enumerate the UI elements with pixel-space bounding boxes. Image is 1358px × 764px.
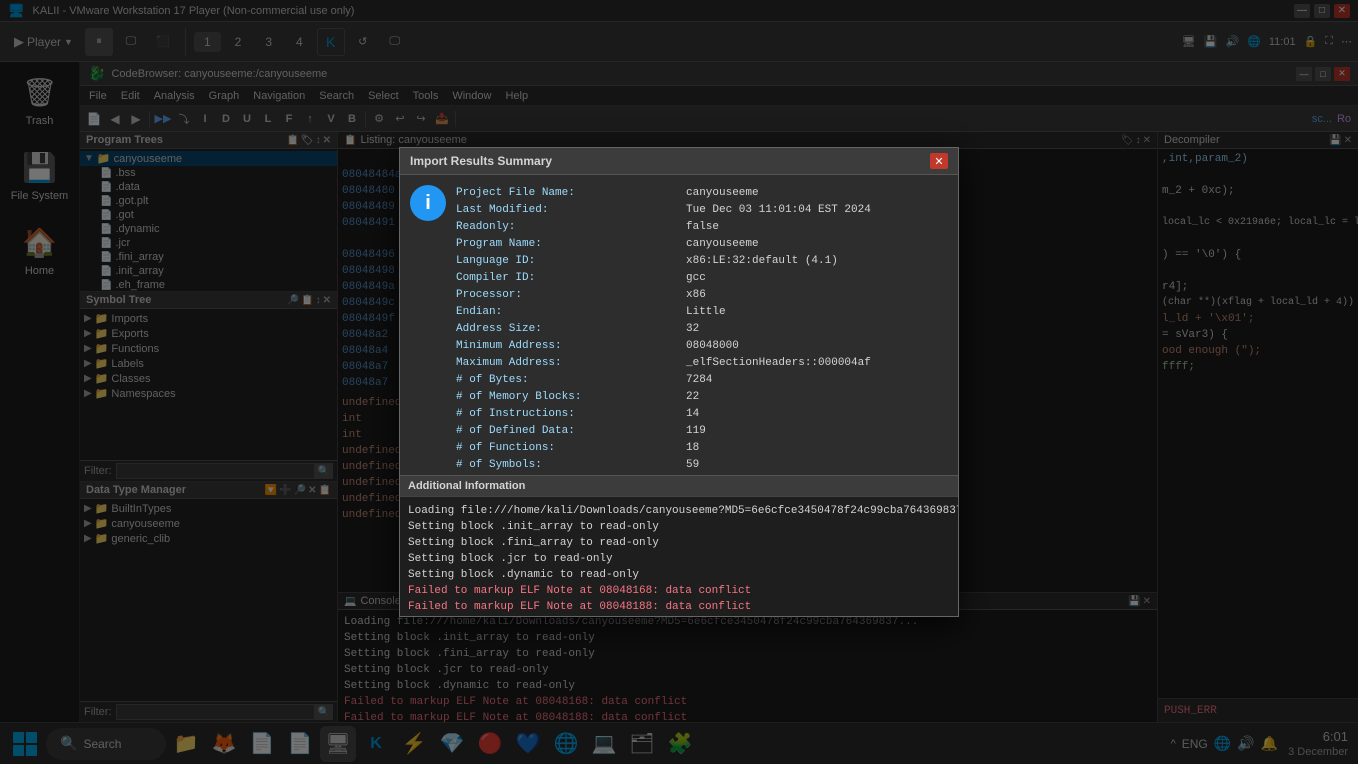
- modal-console-line-6: Failed to markup ELF Note at 08048168: d…: [408, 583, 950, 599]
- modal-field-row: Language ID:x86:LE:32:default (4.1): [456, 253, 958, 270]
- modal-field-val: gcc: [686, 270, 706, 287]
- modal-field-key: Compiler ID:: [456, 270, 686, 287]
- modal-field-val: _elfSectionHeaders::000004af: [686, 355, 871, 372]
- modal-main: i Project File Name:canyouseemeLast Modi…: [400, 175, 958, 475]
- modal-additional-console[interactable]: Loading file:///home/kali/Downloads/cany…: [400, 496, 958, 616]
- modal-field-key: # of Instructions:: [456, 406, 686, 423]
- modal-console-line-2: Setting block .init_array to read-only: [408, 519, 950, 535]
- modal-field-row: # of Symbols:59: [456, 457, 958, 474]
- modal-title: Import Results Summary: [410, 154, 552, 168]
- modal-field-val: Little: [686, 304, 726, 321]
- modal-info-icon: i: [410, 185, 446, 465]
- modal-field-row: Address Size:32: [456, 321, 958, 338]
- modal-field-key: # of Symbols:: [456, 457, 686, 474]
- modal-field-key: Maximum Address:: [456, 355, 686, 372]
- modal-field-row: Project File Name:canyouseeme: [456, 185, 958, 202]
- modal-field-val: x86:LE:32:default (4.1): [686, 253, 838, 270]
- modal-field-key: # of Memory Blocks:: [456, 389, 686, 406]
- modal-field-val: canyouseeme: [686, 236, 759, 253]
- modal-field-row: Compiler ID:gcc: [456, 270, 958, 287]
- modal-field-row: Maximum Address:_elfSectionHeaders::0000…: [456, 355, 958, 372]
- modal-field-key: # of Bytes:: [456, 372, 686, 389]
- modal-field-key: Endian:: [456, 304, 686, 321]
- modal-field-key: # of Defined Data:: [456, 423, 686, 440]
- modal-console-line-7: Failed to markup ELF Note at 08048188: d…: [408, 599, 950, 615]
- modal-console-line-1: Loading file:///home/kali/Downloads/cany…: [408, 503, 950, 519]
- modal-field-val: 14: [686, 406, 699, 423]
- modal-field-val: x86: [686, 287, 706, 304]
- modal-console-line-4: Setting block .jcr to read-only: [408, 551, 950, 567]
- modal-close-btn[interactable]: ✕: [930, 153, 948, 169]
- modal-content: i Project File Name:canyouseemeLast Modi…: [400, 175, 958, 616]
- modal-field-val: false: [686, 219, 719, 236]
- modal-field-key: Program Name:: [456, 236, 686, 253]
- modal-field-row: # of Memory Blocks:22: [456, 389, 958, 406]
- modal-field-key: Processor:: [456, 287, 686, 304]
- modal-field-key: Last Modified:: [456, 202, 686, 219]
- modal-field-key: Address Size:: [456, 321, 686, 338]
- modal-field-row: Last Modified:Tue Dec 03 11:01:04 EST 20…: [456, 202, 958, 219]
- modal-overlay: Import Results Summary ✕ i Project File …: [0, 0, 1358, 764]
- modal-field-val: 22: [686, 389, 699, 406]
- modal-field-row: Readonly:false: [456, 219, 958, 236]
- modal-field-row: Program Name:canyouseeme: [456, 236, 958, 253]
- modal-header: Import Results Summary ✕: [400, 148, 958, 175]
- modal-field-key: Language ID:: [456, 253, 686, 270]
- modal-field-row: # of Defined Data:119: [456, 423, 958, 440]
- modal-field-row: Processor:x86: [456, 287, 958, 304]
- modal-field-key: Project File Name:: [456, 185, 686, 202]
- modal-field-val: 18: [686, 440, 699, 457]
- modal-table: Project File Name:canyouseemeLast Modifi…: [456, 185, 958, 465]
- modal-field-val: 7284: [686, 372, 712, 389]
- modal-field-val: 32: [686, 321, 699, 338]
- modal-dialog: Import Results Summary ✕ i Project File …: [399, 147, 959, 617]
- modal-field-val: 119: [686, 423, 706, 440]
- modal-field-key: Minimum Address:: [456, 338, 686, 355]
- modal-field-row: Minimum Address:08048000: [456, 338, 958, 355]
- modal-field-row: Endian:Little: [456, 304, 958, 321]
- modal-field-val: canyouseeme: [686, 185, 759, 202]
- modal-field-val: 59: [686, 457, 699, 474]
- modal-field-val: Tue Dec 03 11:01:04 EST 2024: [686, 202, 871, 219]
- modal-console-line-5: Setting block .dynamic to read-only: [408, 567, 950, 583]
- modal-console-line-8: ----------------------------------------…: [408, 615, 950, 616]
- modal-field-val: 08048000: [686, 338, 739, 355]
- modal-field-key: # of Functions:: [456, 440, 686, 457]
- modal-additional-section: Additional Information: [400, 475, 958, 496]
- modal-field-row: # of Instructions:14: [456, 406, 958, 423]
- modal-field-key: Readonly:: [456, 219, 686, 236]
- modal-field-row: # of Bytes:7284: [456, 372, 958, 389]
- info-circle: i: [410, 185, 446, 221]
- modal-console-line-3: Setting block .fini_array to read-only: [408, 535, 950, 551]
- modal-field-row: # of Functions:18: [456, 440, 958, 457]
- additional-info-title: Additional Information: [408, 480, 525, 492]
